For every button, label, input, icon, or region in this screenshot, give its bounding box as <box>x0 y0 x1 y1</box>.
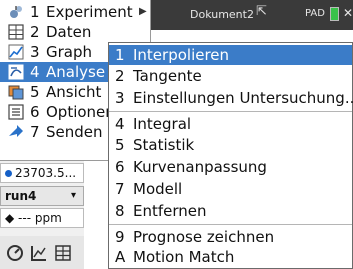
options-icon <box>8 104 24 120</box>
analyse-submenu: 1 Interpolieren 2 Tangente 3 Einstellungen … <box>108 42 353 269</box>
sensor-value: --- ppm <box>18 211 62 225</box>
table-icon <box>8 24 24 40</box>
menu-item-experiment[interactable]: 1 Experiment ▶ <box>0 2 150 22</box>
submenu-item-motion-match[interactable]: A Motion Match <box>109 247 352 267</box>
table-view-icon[interactable] <box>54 244 72 262</box>
battery-icon <box>330 7 339 21</box>
graph-view-icon[interactable] <box>30 244 48 262</box>
submenu-item-integral[interactable]: 4 Integral <box>109 114 352 134</box>
dataset-selector[interactable]: 23703.5... <box>0 163 84 183</box>
experiment-icon <box>10 6 22 18</box>
bottom-toolbar <box>0 236 84 269</box>
close-icon[interactable]: ✕ <box>343 6 353 20</box>
submenu-item-interpolieren[interactable]: 1 Interpolieren <box>109 45 352 65</box>
document-title: Dokument2 <box>190 8 254 21</box>
menu-item-daten[interactable]: 2 Daten <box>0 22 150 42</box>
dataset-dot-icon <box>5 170 12 177</box>
menu-separator <box>109 224 352 225</box>
cursor-icon: ⇱ <box>256 4 267 19</box>
submenu-item-entfernen[interactable]: 8 Entfernen <box>109 201 352 221</box>
sensor-readout[interactable]: ◆ --- ppm <box>0 208 84 228</box>
submenu-item-einstellungen[interactable]: 3 Einstellungen Untersuchung... <box>109 88 353 108</box>
submenu-item-modell[interactable]: 7 Modell <box>109 179 352 199</box>
menu-separator <box>109 111 352 112</box>
meter-icon[interactable] <box>6 244 24 262</box>
chevron-down-icon: ▾ <box>71 190 77 201</box>
submenu-item-prognose[interactable]: 9 Prognose zeichnen <box>109 227 352 247</box>
submenu-arrow-icon: ▶ <box>139 6 147 17</box>
submenu-item-kurvenanpassung[interactable]: 6 Kurvenanpassung <box>109 157 352 177</box>
submenu-item-tangente[interactable]: 2 Tangente <box>109 66 352 86</box>
run-name: run4 <box>5 189 37 203</box>
submenu-item-statistik[interactable]: 5 Statistik <box>109 135 352 155</box>
send-icon <box>9 125 23 137</box>
dataset-value: 23703.5... <box>15 166 77 180</box>
view-icon <box>8 85 24 100</box>
graph-icon <box>8 44 24 60</box>
mode-indicator: PAD <box>305 8 325 19</box>
analyze-icon <box>8 64 24 80</box>
run-dropdown[interactable]: run4 ▾ <box>0 186 84 206</box>
